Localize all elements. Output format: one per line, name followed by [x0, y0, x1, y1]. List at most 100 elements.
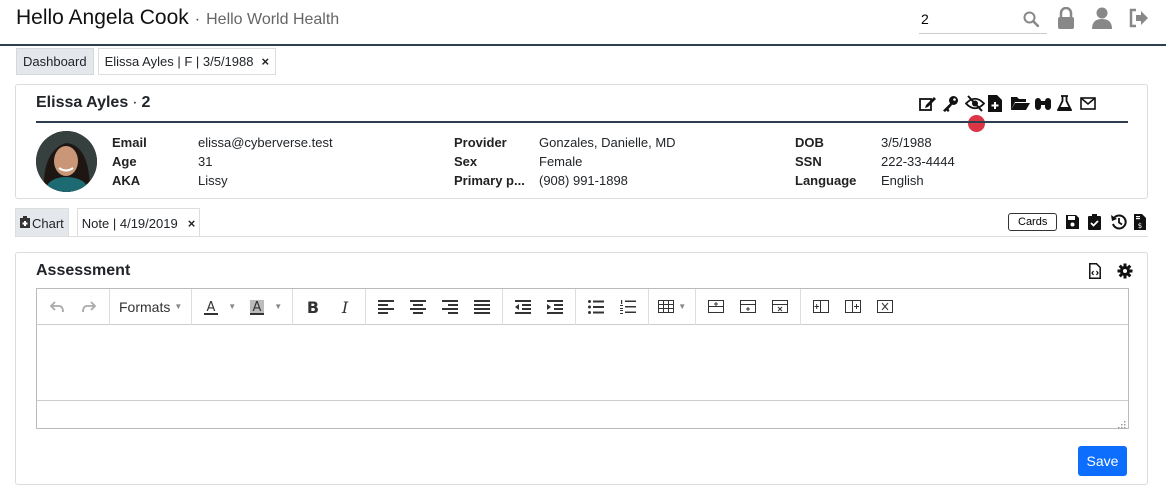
binoculars-icon[interactable]	[1034, 95, 1051, 112]
greeting-separator: ·	[194, 11, 201, 28]
italic-icon[interactable]: I	[330, 293, 360, 321]
user-icon[interactable]	[1092, 7, 1112, 29]
provider-label: Provider	[454, 135, 507, 150]
undo-icon[interactable]	[42, 293, 72, 321]
primary-phone-value: (908) 991-1898	[539, 173, 628, 188]
ssn-label: SSN	[795, 154, 822, 169]
tab-patient[interactable]: Elissa Ayles | F | 3/5/1988 ×	[97, 48, 277, 75]
org-name: Hello World Health	[206, 11, 340, 28]
svg-text:A: A	[207, 300, 216, 315]
align-justify-icon[interactable]	[467, 293, 497, 321]
align-center-icon[interactable]	[403, 293, 433, 321]
editor-toolbar: Formats ▼ A ▼ A ▼ B I ▼	[37, 288, 1128, 325]
bullet-list-icon[interactable]	[581, 293, 611, 321]
tab-chart[interactable]: Chart	[15, 208, 69, 237]
history-group	[37, 288, 110, 325]
search-icon[interactable]	[1023, 11, 1040, 32]
top-header: Hello Angela Cook · Hello World Health	[0, 0, 1166, 46]
insert-row-before-icon[interactable]	[701, 293, 731, 321]
patient-name-separator: ·	[132, 94, 138, 111]
header-actions	[1056, 6, 1148, 29]
close-icon[interactable]: ×	[188, 216, 196, 231]
search-input[interactable]	[919, 6, 1019, 32]
resize-handle-icon[interactable]	[1116, 416, 1126, 429]
greeting: Hello Angela Cook · Hello World Health	[16, 6, 339, 30]
file-medical-icon[interactable]	[988, 95, 1005, 112]
svg-text:A: A	[253, 300, 262, 315]
note-actions: Cards $	[1008, 213, 1149, 231]
note-tabs-divider	[15, 236, 1148, 237]
envelope-icon[interactable]	[1080, 95, 1097, 112]
svg-text:$: $	[1138, 222, 1142, 230]
table-group: ▼	[649, 288, 697, 325]
column-group	[801, 289, 905, 325]
save-button[interactable]: Save	[1078, 446, 1127, 476]
patient-card: Elissa Ayles · 2 Email elissa@cyberverse.t…	[15, 84, 1148, 199]
patient-id: 2	[141, 94, 151, 111]
card-divider	[36, 121, 1128, 123]
delete-column-icon[interactable]	[870, 293, 900, 321]
notification-dot	[968, 115, 985, 132]
avatar	[36, 131, 97, 192]
align-group	[366, 288, 504, 325]
tab-note[interactable]: Note | 4/19/2019 ×	[76, 208, 201, 237]
file-code-icon[interactable]	[1089, 263, 1105, 279]
chevron-down-icon: ▼	[678, 302, 687, 311]
flask-icon[interactable]	[1056, 95, 1074, 112]
close-icon[interactable]: ×	[261, 54, 269, 69]
tab-dashboard[interactable]: Dashboard	[16, 48, 94, 75]
align-left-icon[interactable]	[371, 293, 401, 321]
formats-label: Formats	[119, 298, 171, 315]
table-icon[interactable]: ▼	[654, 293, 690, 321]
key-icon[interactable]	[942, 95, 959, 112]
numbered-list-icon[interactable]	[613, 293, 643, 321]
patient-name-text: Elissa Ayles	[36, 94, 129, 111]
top-tabs: Dashboard Elissa Ayles | F | 3/5/1988 ×	[16, 48, 277, 75]
greeting-text: Hello Angela Cook	[16, 6, 189, 29]
email-label: Email	[112, 135, 147, 150]
sign-out-icon[interactable]	[1128, 7, 1148, 29]
sex-value: Female	[539, 154, 583, 169]
tab-label: Dashboard	[23, 54, 87, 69]
assessment-panel: Assessment Formats ▼ A ▼ A ▼ B I ▼ Save	[15, 252, 1148, 485]
cog-icon[interactable]	[1117, 263, 1133, 279]
delete-row-icon[interactable]	[765, 293, 795, 321]
formats-dropdown[interactable]: Formats ▼	[115, 299, 186, 315]
background-color-icon[interactable]: A ▼	[243, 293, 287, 321]
save-icon[interactable]	[1065, 214, 1080, 230]
editor-content[interactable]	[37, 325, 1128, 401]
patient-actions	[919, 95, 1097, 132]
clipboard-check-icon[interactable]	[1088, 214, 1103, 230]
insert-row-after-icon[interactable]	[733, 293, 763, 321]
search-box	[919, 6, 1047, 34]
cards-button[interactable]: Cards	[1008, 213, 1058, 231]
text-color-icon[interactable]: A ▼	[197, 293, 241, 321]
dob-value: 3/5/1988	[881, 135, 932, 150]
bold-icon[interactable]: B	[298, 293, 328, 321]
outdent-icon[interactable]	[508, 293, 538, 321]
edit-icon[interactable]	[919, 95, 936, 112]
aka-value: Lissy	[198, 173, 228, 188]
lock-icon[interactable]	[1056, 6, 1076, 29]
primary-phone-label: Primary p...	[454, 173, 525, 188]
file-invoice-icon[interactable]: $	[1134, 214, 1149, 230]
assessment-actions	[1089, 263, 1133, 279]
history-icon[interactable]	[1111, 214, 1127, 230]
redo-icon[interactable]	[74, 293, 104, 321]
eye-slash-icon[interactable]	[964, 95, 986, 132]
svg-text:I: I	[341, 300, 349, 314]
insert-column-before-icon[interactable]	[806, 293, 836, 321]
indent-icon[interactable]	[540, 293, 570, 321]
formats-group: Formats ▼	[110, 288, 193, 325]
language-value: English	[881, 173, 924, 188]
assessment-title: Assessment	[36, 262, 131, 279]
insert-column-after-icon[interactable]	[838, 293, 868, 321]
email-value: elissa@cyberverse.test	[198, 135, 333, 150]
color-group: A ▼ A ▼	[192, 288, 294, 325]
editor-statusbar	[37, 401, 1128, 429]
patient-name: Elissa Ayles · 2	[36, 94, 150, 112]
align-right-icon[interactable]	[435, 293, 465, 321]
chevron-down-icon: ▼	[274, 302, 283, 311]
folder-open-icon[interactable]	[1011, 95, 1030, 112]
style-group: B I	[293, 288, 367, 325]
